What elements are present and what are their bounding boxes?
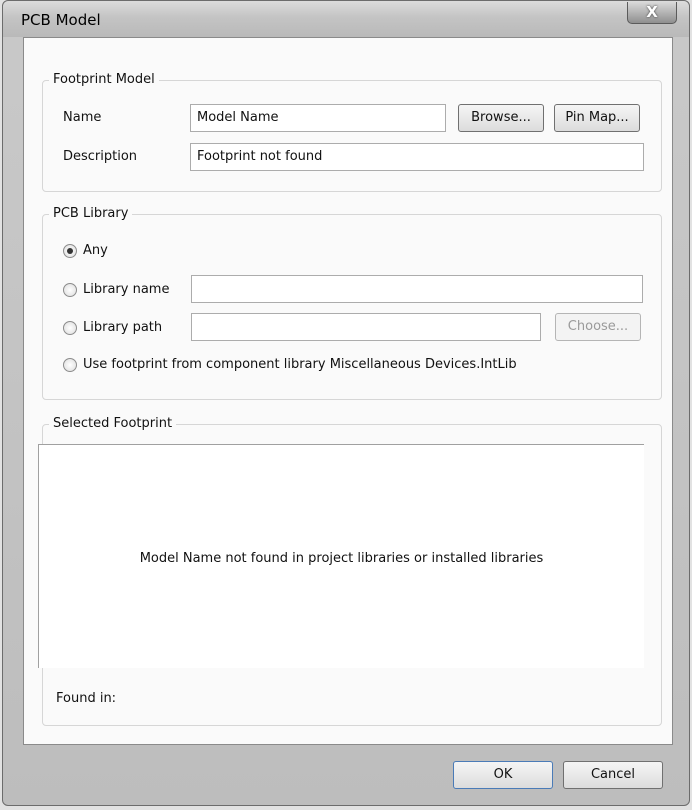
- description-label: Description: [63, 149, 138, 164]
- use-footprint-radio[interactable]: [63, 357, 77, 372]
- browse-button[interactable]: Browse...: [458, 104, 544, 132]
- library-path-radio[interactable]: [63, 320, 77, 335]
- dialog-footer: OK Cancel: [23, 745, 673, 797]
- use-footprint-option[interactable]: Use footprint from component library Mis…: [63, 357, 517, 372]
- ok-button[interactable]: OK: [453, 761, 553, 789]
- name-field[interactable]: Model Name: [190, 104, 446, 132]
- library-path-field[interactable]: [191, 313, 541, 341]
- pin-map-button[interactable]: Pin Map...: [554, 104, 640, 132]
- any-label: Any: [83, 243, 108, 258]
- dialog-client-area: Footprint Model Name Model Name Browse..…: [23, 37, 673, 745]
- dialog-title: PCB Model: [21, 11, 101, 29]
- pcb-library-legend: PCB Library: [49, 206, 133, 221]
- any-radio[interactable]: [63, 243, 77, 258]
- library-name-field[interactable]: [191, 275, 643, 303]
- found-in-label: Found in:: [56, 691, 117, 706]
- title-bar[interactable]: PCB Model X: [3, 1, 689, 37]
- selected-footprint-legend: Selected Footprint: [49, 416, 177, 431]
- library-name-label: Library name: [83, 282, 170, 297]
- pcb-model-dialog: PCB Model X Footprint Model Name Model N…: [2, 0, 690, 806]
- any-option[interactable]: Any: [63, 243, 108, 258]
- library-path-option[interactable]: Library path: [63, 320, 162, 335]
- footprint-preview: Model Name not found in project librarie…: [38, 444, 644, 668]
- pcb-library-group: PCB Library Any Library name Library pat…: [42, 206, 662, 400]
- footprint-model-group: Footprint Model Name Model Name Browse..…: [42, 72, 662, 192]
- name-label: Name: [63, 110, 102, 125]
- cancel-button[interactable]: Cancel: [563, 761, 663, 789]
- library-path-label: Library path: [83, 320, 163, 335]
- library-name-option[interactable]: Library name: [63, 282, 169, 297]
- close-button[interactable]: X: [627, 2, 677, 24]
- description-field[interactable]: Footprint not found: [190, 143, 644, 171]
- use-footprint-label: Use footprint from component library Mis…: [83, 357, 517, 372]
- close-icon: X: [646, 3, 658, 21]
- footprint-model-legend: Footprint Model: [49, 72, 159, 87]
- library-name-radio[interactable]: [63, 282, 77, 297]
- footprint-preview-message: Model Name not found in project librarie…: [139, 551, 544, 566]
- choose-button[interactable]: Choose...: [555, 313, 641, 341]
